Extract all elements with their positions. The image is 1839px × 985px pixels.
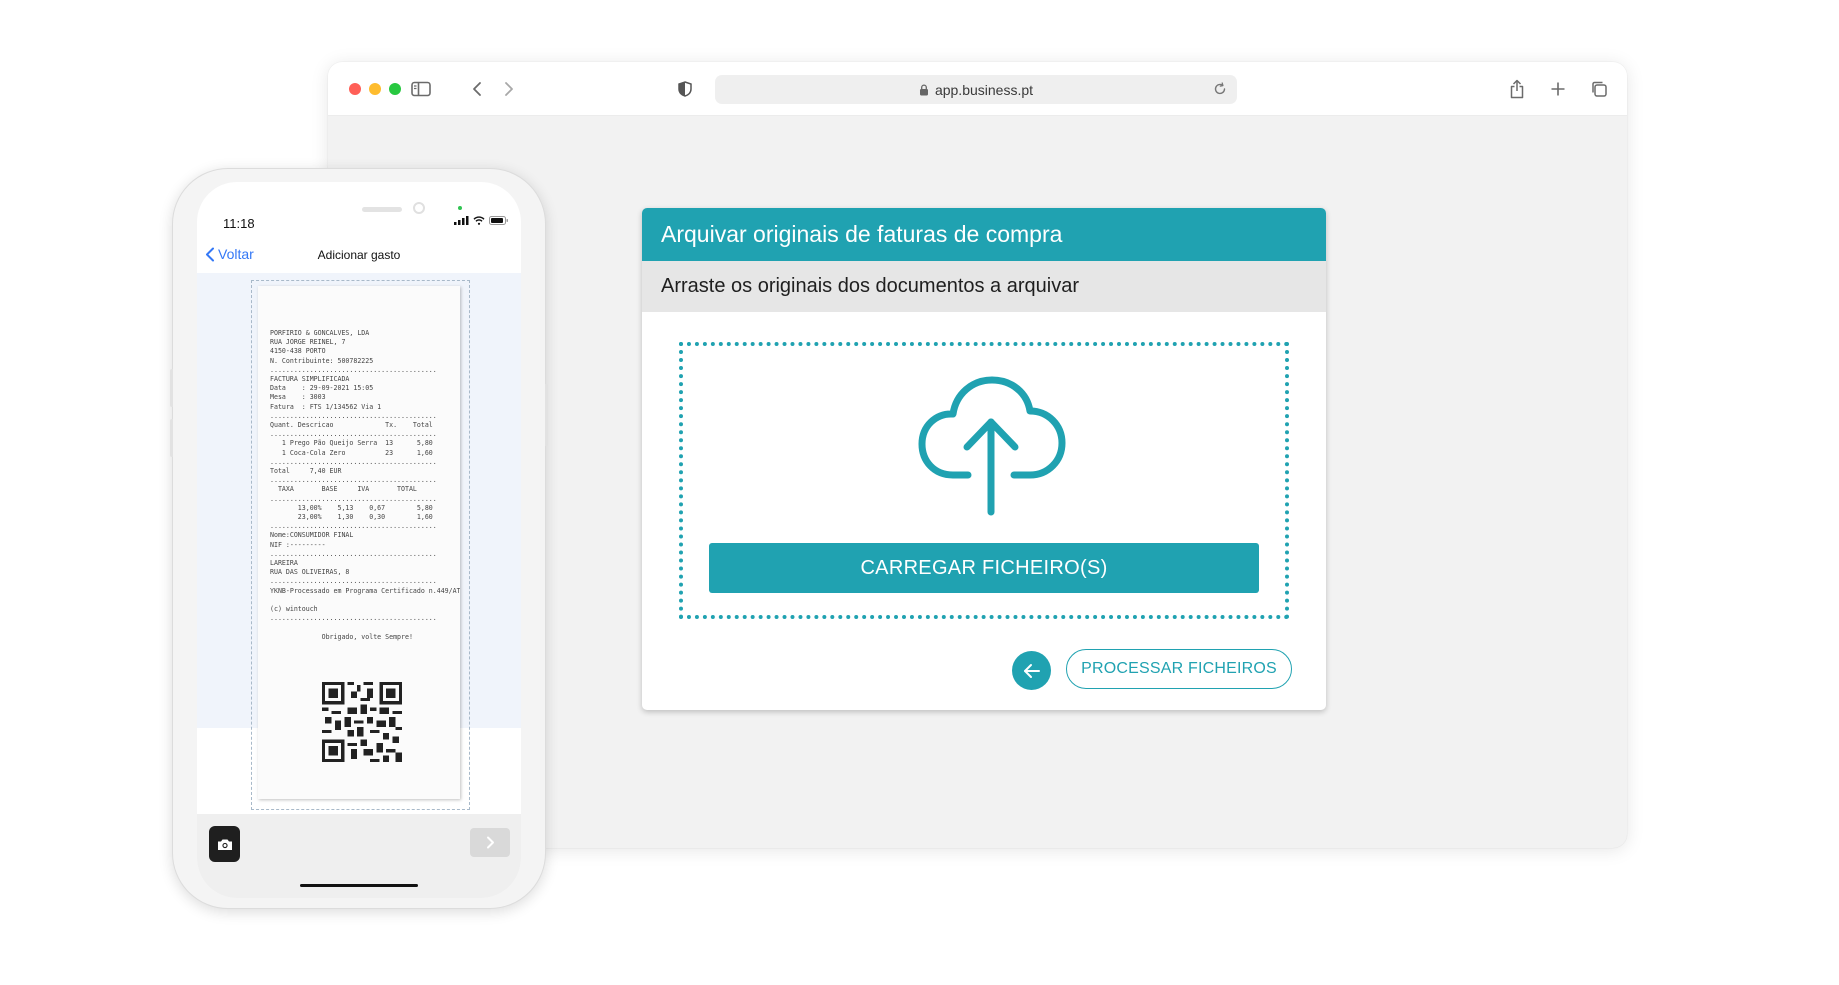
plus-icon[interactable] xyxy=(1544,75,1572,103)
phone-bottom-bar xyxy=(197,814,521,898)
tabs-overview-icon[interactable] xyxy=(1585,75,1613,103)
arrow-left-icon xyxy=(1023,663,1040,678)
sidebar-icon[interactable] xyxy=(407,75,435,103)
next-button[interactable] xyxy=(470,828,510,857)
phone-screen: 11:18 Voltar Adicionar gasto PORFIRIO & … xyxy=(197,182,521,898)
archive-card: Arquivar originais de faturas de compra … xyxy=(642,208,1326,710)
file-dropzone[interactable]: CARREGAR FICHEIRO(S) xyxy=(679,342,1289,619)
url-text: app.business.pt xyxy=(934,81,1034,98)
volume-down-button xyxy=(170,419,173,457)
wifi-icon xyxy=(473,216,485,225)
upload-files-button[interactable]: CARREGAR FICHEIRO(S) xyxy=(709,543,1259,593)
chevron-left-icon[interactable] xyxy=(463,75,491,103)
minimize-window-button[interactable] xyxy=(369,83,381,95)
lock-icon xyxy=(919,83,929,96)
back-button[interactable] xyxy=(1012,651,1051,690)
qr-code-icon xyxy=(322,682,402,762)
camera-indicator xyxy=(458,206,462,210)
browser-toolbar: app.business.pt xyxy=(328,62,1627,116)
process-files-button[interactable]: PROCESSAR FICHEIROS xyxy=(1066,649,1292,689)
nav-title: Adicionar gasto xyxy=(317,248,401,262)
volume-up-button xyxy=(170,369,173,407)
share-icon[interactable] xyxy=(1503,75,1531,103)
maximize-window-button[interactable] xyxy=(389,83,401,95)
card-subtitle: Arraste os originais dos documentos a ar… xyxy=(642,261,1326,312)
phone-device: 11:18 Voltar Adicionar gasto PORFIRIO & … xyxy=(170,168,548,909)
camera-button[interactable] xyxy=(209,826,240,862)
camera-icon xyxy=(217,839,232,850)
status-icons xyxy=(454,216,509,225)
shield-icon[interactable] xyxy=(671,75,699,103)
card-title: Arquivar originais de faturas de compra xyxy=(642,208,1326,261)
front-camera xyxy=(413,202,425,214)
chevron-right-icon[interactable] xyxy=(495,75,523,103)
close-window-button[interactable] xyxy=(349,83,361,95)
chevron-right-icon xyxy=(486,836,494,849)
home-indicator xyxy=(300,884,418,887)
speaker-grille xyxy=(362,207,402,212)
battery-icon xyxy=(489,216,508,225)
power-button xyxy=(545,384,548,446)
crop-frame[interactable]: PORFIRIO & GONCALVES, LDA RUA JORGE REIN… xyxy=(251,280,470,810)
signal-icon xyxy=(454,216,469,225)
scan-preview: PORFIRIO & GONCALVES, LDA RUA JORGE REIN… xyxy=(197,273,521,810)
address-bar[interactable]: app.business.pt xyxy=(715,75,1237,104)
reload-icon[interactable] xyxy=(1213,82,1227,96)
cloud-upload-icon xyxy=(918,376,1066,516)
status-time: 11:18 xyxy=(223,216,255,231)
